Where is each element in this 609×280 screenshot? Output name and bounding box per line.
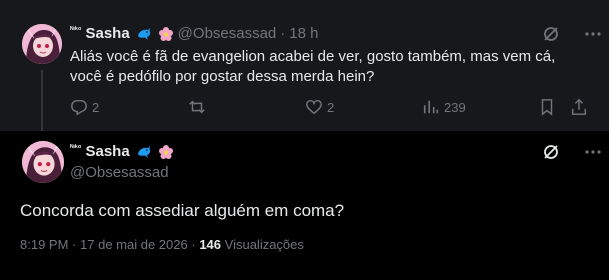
main-top-actions <box>541 142 603 162</box>
timestamp[interactable]: 18 h <box>289 25 318 42</box>
bookmark-button[interactable] <box>538 98 556 116</box>
reply-button[interactable]: 2 <box>70 98 99 116</box>
views-count: 239 <box>444 99 466 115</box>
handle[interactable]: @Obsesassad <box>178 25 277 42</box>
main-tweet-text: Concorda com assediar alguém em coma? <box>20 201 345 220</box>
reply-tweet[interactable]: ᴺᶦᵏᵒ Sasha @Obsesassad · 18 h Aliás você… <box>0 0 609 131</box>
reply-icon <box>70 98 88 116</box>
flower-icon <box>158 144 174 160</box>
thread-line <box>41 70 43 131</box>
grok-icon[interactable] <box>541 24 561 44</box>
tweet-time[interactable]: 8:19 PM <box>20 237 68 252</box>
views-count: 146 <box>199 237 222 252</box>
separator: · <box>280 25 286 42</box>
dolphin-icon <box>136 26 152 42</box>
retweet-button[interactable] <box>188 98 210 116</box>
retweet-icon <box>188 98 206 116</box>
tweet-date[interactable]: 17 de mai de 2026 <box>80 237 188 252</box>
more-icon[interactable] <box>583 142 603 162</box>
main-avatar[interactable] <box>22 141 64 183</box>
tweet-text: Aliás você é fã de evangelion acabei de … <box>70 48 556 85</box>
flower-icon <box>158 26 174 42</box>
reply-header: ᴺᶦᵏᵒ Sasha @Obsesassad · 18 h <box>70 25 318 42</box>
share-button[interactable] <box>570 98 588 116</box>
meta-separator: · <box>191 237 196 252</box>
display-name-text: Sasha <box>85 25 130 42</box>
more-icon[interactable] <box>583 24 603 44</box>
views-button[interactable]: 239 <box>422 98 466 116</box>
like-button[interactable]: 2 <box>305 98 334 116</box>
avatar-image <box>22 141 64 183</box>
tweet-meta: 8:19 PM · 17 de mai de 2026 · 146 Visual… <box>20 237 304 252</box>
reply-top-actions <box>541 24 603 44</box>
share-icon <box>570 98 588 116</box>
bookmark-icon <box>538 98 556 116</box>
like-icon <box>305 98 323 116</box>
avatar-image <box>22 24 62 64</box>
action-bar: 2 2 239 <box>70 98 587 120</box>
grok-icon[interactable] <box>541 142 561 162</box>
reply-count: 2 <box>92 99 100 115</box>
dolphin-icon <box>136 144 152 160</box>
main-handle[interactable]: @Obsesassad <box>70 164 169 181</box>
main-header: ᴺᶦᵏᵒ Sasha <box>70 143 174 160</box>
meta-separator: · <box>72 237 77 252</box>
name-prefix: ᴺᶦᵏᵒ <box>70 25 82 34</box>
views-icon <box>422 98 440 116</box>
display-name[interactable]: ᴺᶦᵏᵒ Sasha <box>70 25 174 42</box>
main-name-prefix: ᴺᶦᵏᵒ <box>70 143 82 152</box>
main-display-name[interactable]: ᴺᶦᵏᵒ Sasha <box>70 143 174 160</box>
main-display-name-text: Sasha <box>85 143 130 160</box>
avatar[interactable] <box>22 24 62 64</box>
views-label: Visualizações <box>224 237 304 252</box>
like-count: 2 <box>327 99 335 115</box>
